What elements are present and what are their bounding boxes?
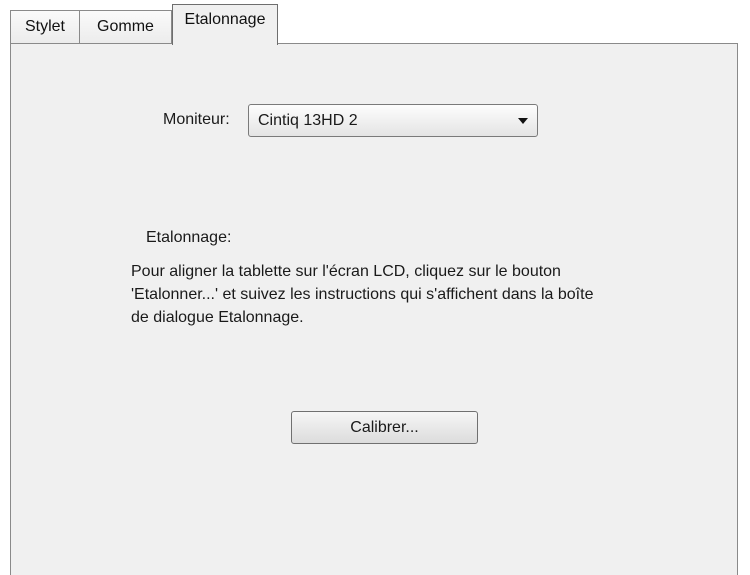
tab-strip: Stylet Gomme Etalonnage: [10, 4, 738, 45]
chevron-down-icon: [518, 118, 528, 124]
calibration-description: Pour aligner la tablette sur l'écran LCD…: [131, 260, 651, 329]
monitor-select[interactable]: Cintiq 13HD 2: [248, 104, 538, 137]
etalonnage-panel: Moniteur: Cintiq 13HD 2 Etalonnage: Pour…: [10, 43, 738, 575]
tab-gomme[interactable]: Gomme: [80, 10, 172, 43]
tab-etalonnage-label: Etalonnage: [184, 11, 266, 28]
tab-etalonnage[interactable]: Etalonnage: [172, 4, 278, 45]
tablet-properties-window: Stylet Gomme Etalonnage Moniteur: Cintiq…: [0, 0, 750, 575]
monitor-select-value: Cintiq 13HD 2: [258, 112, 358, 129]
description-line: 'Etalonner...' et suivez les instruction…: [131, 286, 594, 303]
monitor-label: Moniteur:: [163, 111, 230, 128]
calibration-section-label: Etalonnage:: [146, 229, 232, 246]
calibrate-button[interactable]: Calibrer...: [291, 411, 478, 444]
description-line: Pour aligner la tablette sur l'écran LCD…: [131, 263, 561, 280]
description-line: de dialogue Etalonnage.: [131, 309, 304, 326]
tab-stylet[interactable]: Stylet: [10, 10, 80, 43]
